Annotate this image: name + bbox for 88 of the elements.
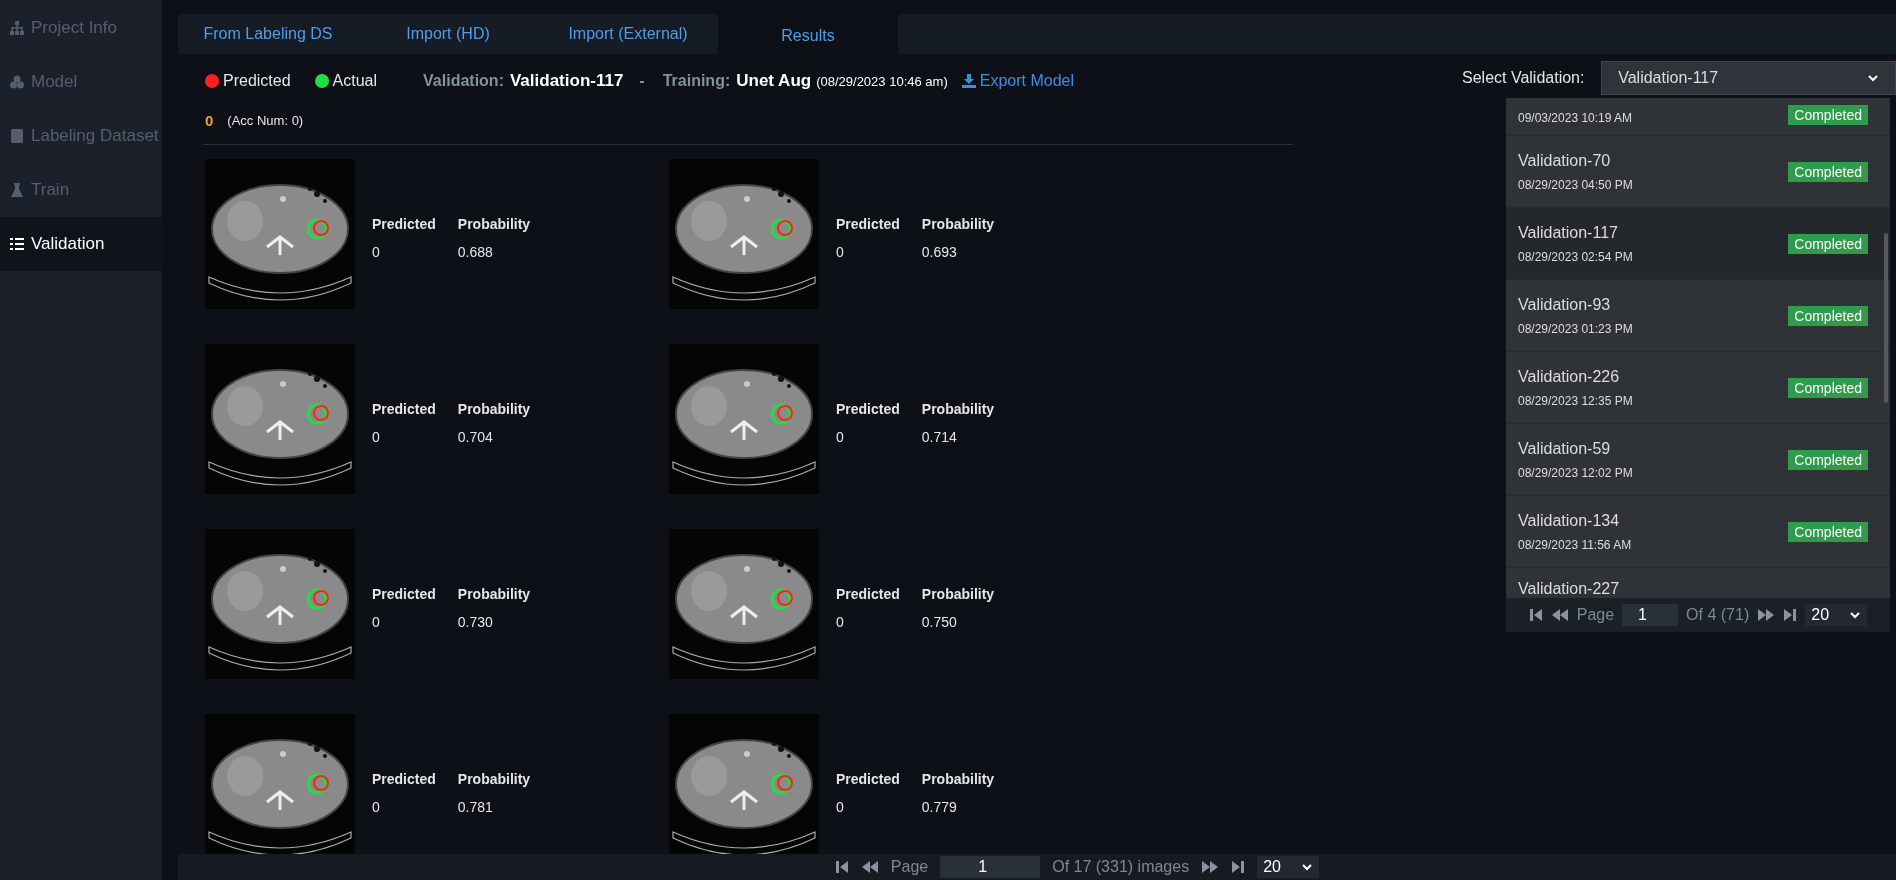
export-model-link[interactable]: Export Model [961, 72, 1074, 90]
probability-header: Probability [921, 401, 995, 417]
chevron-down-icon [1867, 74, 1879, 82]
page-size-select[interactable]: 20 [1257, 856, 1320, 878]
validation-option[interactable]: Validation-59 08/29/2023 12:02 PM Completed [1506, 424, 1890, 496]
next-page-icon[interactable] [1757, 607, 1776, 623]
accuracy-note: (Acc Num: 0) [227, 112, 304, 128]
status-badge: Completed [1788, 105, 1868, 125]
tab[interactable]: From Labeling DS [178, 14, 358, 54]
probability-value: 0.688 [457, 244, 494, 260]
training-name: Unet Aug [736, 71, 812, 91]
page-label: Page [1576, 606, 1615, 624]
status-badge: Completed [1788, 233, 1868, 254]
predicted-value: 0 [836, 614, 845, 630]
validation-label: Validation: [423, 72, 504, 90]
probability-header: Probability [457, 401, 531, 417]
predicted-header: Predicted [836, 401, 900, 417]
predicted-header: Predicted [372, 216, 436, 232]
last-page-icon[interactable] [1231, 859, 1246, 875]
last-page-icon[interactable] [1783, 607, 1798, 623]
scrollbar-thumb[interactable] [1884, 233, 1888, 403]
first-page-icon[interactable] [834, 859, 849, 875]
probability-header: Probability [457, 586, 531, 602]
previous-page-icon[interactable] [1550, 607, 1569, 623]
predicted-value: 0 [372, 614, 381, 630]
legend-label: Actual [332, 72, 378, 90]
tab[interactable]: Import (External) [538, 14, 718, 54]
predicted-header: Predicted [372, 586, 436, 602]
sidebar-item[interactable]: Validation [0, 217, 162, 271]
legend-label: Predicted [223, 72, 291, 90]
first-page-icon[interactable] [1528, 607, 1543, 623]
validation-select[interactable]: Validation-117 [1601, 61, 1896, 95]
probability-header: Probability [921, 771, 995, 787]
download-icon [961, 74, 976, 88]
book-icon [9, 128, 25, 144]
training-date: (08/29/2023 10:46 am) [816, 73, 948, 89]
training-label: Training: [662, 72, 731, 90]
predicted-header: Predicted [836, 216, 900, 232]
status-badge: Completed [1788, 161, 1868, 182]
page-count: Of 4 (71) [1686, 606, 1750, 624]
page-number-field[interactable]: 1 [1622, 604, 1679, 626]
predicted-value: 0 [372, 429, 381, 445]
probability-value: 0.704 [457, 429, 494, 445]
tab[interactable]: Import (HD) [358, 14, 538, 54]
predicted-value: 0 [836, 244, 845, 260]
predicted-header: Predicted [836, 771, 900, 787]
status-badge: Completed [1788, 449, 1868, 470]
sitemap-icon [9, 20, 25, 36]
predicted-header: Predicted [372, 771, 436, 787]
probability-value: 0.781 [457, 799, 494, 815]
chevron-down-icon [1849, 611, 1862, 619]
predicted-value: 0 [372, 799, 381, 815]
cubes-icon [9, 74, 25, 90]
validation-option[interactable]: Validation-134 08/29/2023 11:56 AM Completed [1506, 496, 1890, 568]
probability-header: Probability [921, 216, 995, 232]
predicted-value: 0 [836, 429, 845, 445]
tab[interactable]: Results [718, 14, 898, 54]
probability-value: 0.779 [921, 799, 958, 815]
validation-option[interactable]: 09/03/2023 10:19 AM Completed [1506, 98, 1890, 136]
select-validation-label: Select Validation: [1462, 69, 1586, 87]
page-size-select[interactable]: 20 [1805, 604, 1868, 626]
status-badge: Completed [1788, 377, 1868, 398]
accuracy-count: 0 [205, 111, 214, 129]
probability-value: 0.693 [921, 244, 958, 260]
validation-option[interactable]: Validation-117 08/29/2023 02:54 PM Completed [1506, 208, 1890, 280]
status-badge: Completed [1788, 521, 1868, 542]
page-number-field[interactable]: 1 [940, 856, 1041, 878]
predicted-header: Predicted [836, 586, 900, 602]
status-badge: Completed [1788, 305, 1868, 326]
separator: - [639, 72, 645, 90]
predicted-value: 0 [836, 799, 845, 815]
validation-name: Validation-117 [509, 71, 624, 91]
predicted-value: 0 [372, 244, 381, 260]
probability-header: Probability [921, 586, 995, 602]
previous-page-icon[interactable] [860, 859, 879, 875]
probability-header: Probability [457, 216, 531, 232]
chevron-down-icon [1301, 863, 1314, 871]
probability-value: 0.750 [921, 614, 958, 630]
page-count: Of 17 (331) images [1052, 858, 1190, 876]
list-icon [9, 236, 25, 252]
probability-value: 0.714 [921, 429, 958, 445]
flask-icon [9, 182, 25, 198]
next-page-icon[interactable] [1201, 859, 1220, 875]
page-label: Page [890, 858, 929, 876]
predicted-header: Predicted [372, 401, 436, 417]
probability-header: Probability [457, 771, 531, 787]
probability-value: 0.730 [457, 614, 494, 630]
validation-option[interactable]: Validation-227 [1506, 568, 1890, 598]
